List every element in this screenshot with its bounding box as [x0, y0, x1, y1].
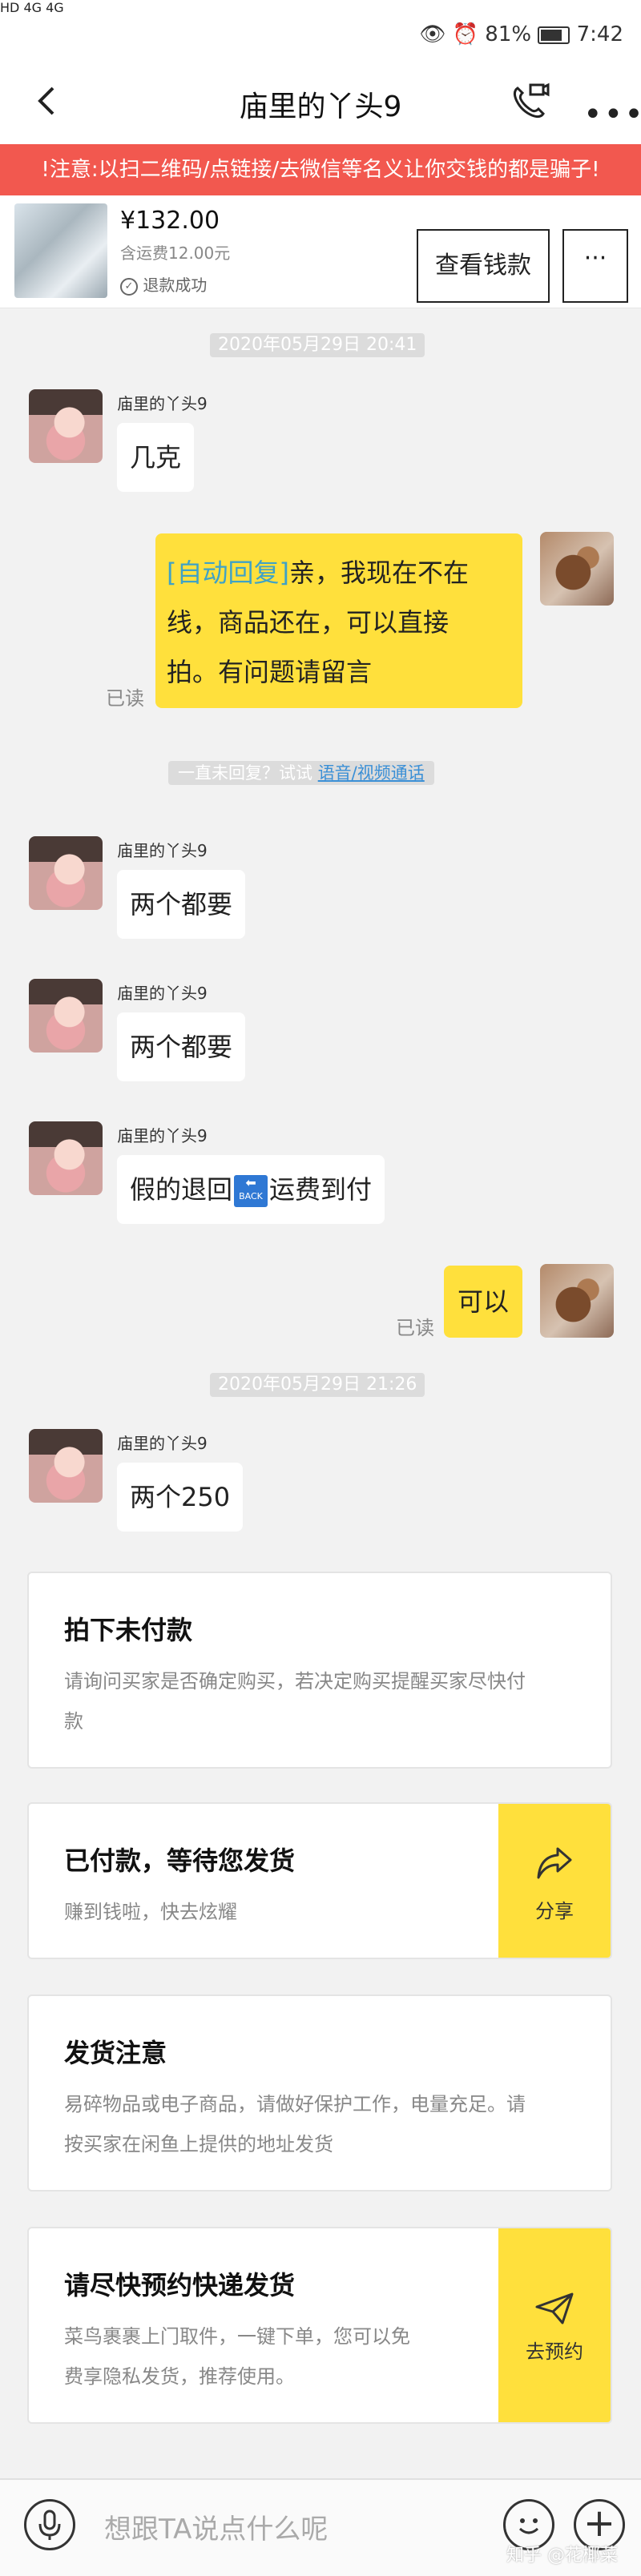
sender-name: 庙里的丫头9 [117, 394, 208, 413]
alarm-icon: ⏰ [452, 22, 479, 46]
eye-icon: 👁 [419, 22, 446, 46]
avatar[interactable] [540, 1264, 614, 1338]
sender-name: 庙里的丫头9 [117, 984, 208, 1003]
avatar[interactable] [29, 389, 103, 463]
message-bubble[interactable]: 两个都要 [117, 1012, 246, 1081]
watermark: 知乎 @花椰菜 [506, 2546, 618, 2566]
shipping-notice-card: 发货注意 易碎物品或电子商品，请做好保护工作，电量充足。请 按买家在闲鱼上提供的… [27, 1994, 612, 2192]
share-button[interactable]: 分享 [498, 1804, 611, 1958]
card-description: 请询问买家是否确定购买，若决定购买提醒买家尽快付 款 [64, 1661, 526, 1741]
call-hint: 一直未回复？试试 语音/视频通话 [168, 761, 434, 785]
sender-name: 庙里的丫头9 [117, 841, 208, 860]
chat-timestamp: 2020年05月29日 21:26 [210, 1373, 425, 1397]
message-bubble[interactable]: 两个都要 [117, 870, 246, 939]
auto-reply-line-3: 拍。有问题请留言 [167, 657, 373, 687]
book-courier-button[interactable]: 去预约 [498, 2228, 611, 2422]
book-courier-label: 去预约 [526, 2341, 583, 2363]
avatar[interactable] [540, 532, 614, 606]
card-title: 拍下未付款 [64, 1615, 193, 1645]
message-bubble[interactable]: 两个250 [117, 1463, 244, 1532]
card-title: 发货注意 [64, 2038, 167, 2068]
status-right: 👁 ⏰ 81% 7:42 [419, 22, 623, 46]
card-description-line: 按买家在闲鱼上提供的地址发货 [64, 2133, 333, 2155]
card-title: 已付款，等待您发货 [64, 1845, 296, 1876]
auto-reply-bubble[interactable]: [自动回复]亲，我现在不在 线，商品还在，可以直接 拍。有问题请留言 [155, 533, 522, 708]
card-description-line: 易碎物品或电子商品，请做好保护工作，电量充足。请 [64, 2093, 526, 2115]
paper-plane-icon [535, 2292, 574, 2324]
message-bubble[interactable]: 几克 [117, 423, 195, 492]
card-description-line: 菜鸟裹裹上门取件，一键下单，您可以免 [64, 2325, 410, 2348]
card-description: 赚到钱啦，快去炫耀 [64, 1901, 237, 1923]
video-call-icon[interactable] [506, 77, 551, 122]
view-payment-button[interactable]: 查看钱款 [417, 229, 550, 303]
product-more-button[interactable]: ··· [562, 229, 628, 303]
battery-icon [538, 26, 570, 44]
microphone-icon[interactable] [24, 2499, 75, 2550]
auto-reply-tag: [自动回复] [167, 557, 289, 588]
message-bubble[interactable]: 假的退回 ⬅ BACK 运费到付 [117, 1155, 385, 1224]
share-icon [537, 1847, 572, 1879]
call-hint-text: 一直未回复？试试 [178, 763, 312, 783]
avatar[interactable] [29, 979, 103, 1053]
card-title: 请尽快预约快递发货 [64, 2270, 296, 2300]
book-courier-card[interactable]: 请尽快预约快递发货 菜鸟裹裹上门取件，一键下单，您可以免 费享隐私发货，推荐使用… [27, 2227, 612, 2424]
voice-video-call-link[interactable]: 语音/视频通话 [318, 763, 425, 783]
avatar[interactable] [29, 1429, 103, 1503]
back-emoji-icon: ⬅ BACK [234, 1175, 268, 1207]
battery-percent: 81% [485, 22, 532, 46]
message-text: 运费到付 [269, 1174, 373, 1205]
paid-awaiting-shipment-card[interactable]: 已付款，等待您发货 赚到钱啦，快去炫耀 分享 [27, 1802, 612, 1959]
avatar[interactable] [29, 1121, 103, 1195]
card-description-line: 费享隐私发货，推荐使用。 [64, 2365, 295, 2388]
refund-status-label: 退款成功 [143, 276, 208, 295]
card-description: 易碎物品或电子商品，请做好保护工作，电量充足。请 按买家在闲鱼上提供的地址发货 [64, 2084, 526, 2164]
auto-reply-line-1: 亲，我现在不在 [288, 557, 469, 588]
product-thumbnail[interactable] [14, 203, 107, 298]
product-price: ¥132.00 [120, 207, 220, 235]
clock-time: 7:42 [576, 22, 623, 46]
auto-reply-line-2: 线，商品还在，可以直接 [167, 607, 450, 638]
sender-name: 庙里的丫头9 [117, 1434, 208, 1453]
read-receipt: 已读 [396, 1317, 434, 1339]
more-icon[interactable]: ••• [583, 96, 641, 133]
unpaid-order-card[interactable]: 拍下未付款 请询问买家是否确定购买，若决定购买提醒买家尽快付 款 [27, 1572, 612, 1769]
scam-warning-banner: !注意:以扫二维码/点链接/去微信等名义让你交钱的都是骗子! [0, 144, 641, 195]
check-circle-icon: ✓ [120, 277, 138, 296]
message-bubble[interactable]: 可以 [444, 1266, 522, 1338]
card-description-line: 请询问买家是否确定购买，若决定购买提醒买家尽快付 [64, 1670, 526, 1693]
message-text: 假的退回 [130, 1174, 233, 1205]
sender-name: 庙里的丫头9 [117, 1126, 208, 1145]
network-indicators: HD 4G 4G [0, 0, 64, 15]
chat-timestamp: 2020年05月29日 20:41 [210, 333, 425, 357]
card-description-line: 款 [64, 1710, 83, 1733]
back-emoji-label: BACK [239, 1191, 263, 1201]
refund-status: ✓ 退款成功 [120, 272, 207, 296]
message-input[interactable]: 想跟TA说点什么呢 [104, 2507, 328, 2546]
avatar[interactable] [29, 836, 103, 910]
card-description: 菜鸟裹裹上门取件，一键下单，您可以免 费享隐私发货，推荐使用。 [64, 2316, 410, 2397]
read-receipt: 已读 [106, 687, 144, 710]
shipping-fee: 含运费12.00元 [120, 244, 231, 263]
share-label: 分享 [535, 1900, 574, 1922]
